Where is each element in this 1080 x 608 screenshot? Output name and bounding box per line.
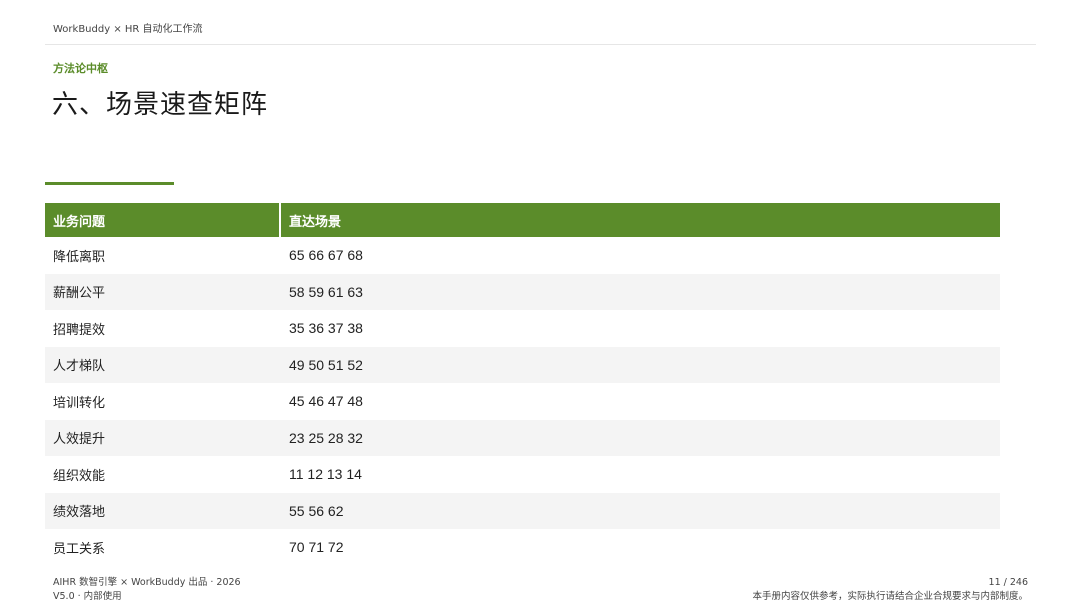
issue-cell: 招聘提效 xyxy=(53,322,106,338)
scenes-cell: 58 59 61 63 xyxy=(280,273,1000,310)
table-row: 员工关系 70 71 72 xyxy=(45,529,1000,566)
table-row: 降低离职 65 66 67 68 xyxy=(45,237,1000,274)
table-row: 薪酬公平 58 59 61 63 xyxy=(45,273,1000,310)
scenes-cell: 45 46 47 48 xyxy=(289,393,363,410)
issue-cell: 培训转化 xyxy=(53,395,106,411)
scenes-cell: 49 50 51 52 xyxy=(280,346,1000,383)
issue-cell: 降低离职 xyxy=(53,249,106,265)
footer-publisher: AIHR 数智引擎 × WorkBuddy 出品 · 2026 xyxy=(53,577,241,588)
scenes-cell: 23 25 28 32 xyxy=(280,419,1000,456)
scenes-cell: 65 66 67 68 xyxy=(289,247,363,264)
scenes-cell: 35 36 37 38 xyxy=(289,320,363,337)
column-header-issue: 业务问题 xyxy=(45,203,281,237)
issue-cell: 人效提升 xyxy=(45,419,280,456)
page-title: 六、场景速查矩阵 xyxy=(52,90,269,120)
scenes-cell: 70 71 72 xyxy=(289,539,344,556)
scenes-cell: 11 12 13 14 xyxy=(289,466,362,483)
footer-right: 11 / 246 本手册内容仅供参考，实际执行请结合企业合规要求与内部制度。 xyxy=(752,576,1028,604)
table-row: 人才梯队 49 50 51 52 xyxy=(45,346,1000,383)
scenes-cell: 55 56 62 xyxy=(280,492,1000,529)
footer-left: AIHR 数智引擎 × WorkBuddy 出品 · 2026 V5.0 · 内… xyxy=(53,576,241,604)
section-eyebrow: 方法论中枢 xyxy=(53,62,108,75)
table-row: 组织效能 11 12 13 14 xyxy=(45,456,1000,493)
issue-cell: 人才梯队 xyxy=(45,346,280,383)
issue-cell: 员工关系 xyxy=(53,541,106,557)
table-row: 人效提升 23 25 28 32 xyxy=(45,419,1000,456)
table-row: 培训转化 45 46 47 48 xyxy=(45,383,1000,420)
column-header-scenes: 直达场景 xyxy=(280,203,1000,237)
issue-cell: 绩效落地 xyxy=(45,492,280,529)
issue-cell: 薪酬公平 xyxy=(45,273,280,310)
footer-disclaimer: 本手册内容仅供参考，实际执行请结合企业合规要求与内部制度。 xyxy=(752,591,1028,602)
scenario-matrix-table: 业务问题 直达场景 降低离职 65 66 67 68 薪酬公平 58 59 61… xyxy=(45,203,1000,566)
table-row: 招聘提效 35 36 37 38 xyxy=(45,310,1000,347)
table-row: 绩效落地 55 56 62 xyxy=(45,492,1000,529)
title-accent-bar xyxy=(45,182,174,185)
document-page: WorkBuddy × HR 自动化工作流 方法论中枢 六、场景速查矩阵 业务问… xyxy=(0,0,1080,608)
header-breadcrumb: WorkBuddy × HR 自动化工作流 xyxy=(53,24,203,35)
footer-version: V5.0 · 内部使用 xyxy=(53,591,122,602)
issue-cell: 组织效能 xyxy=(53,468,106,484)
header-divider xyxy=(45,44,1036,45)
page-number: 11 / 246 xyxy=(988,577,1028,588)
table-header-row: 业务问题 直达场景 xyxy=(45,203,1000,237)
